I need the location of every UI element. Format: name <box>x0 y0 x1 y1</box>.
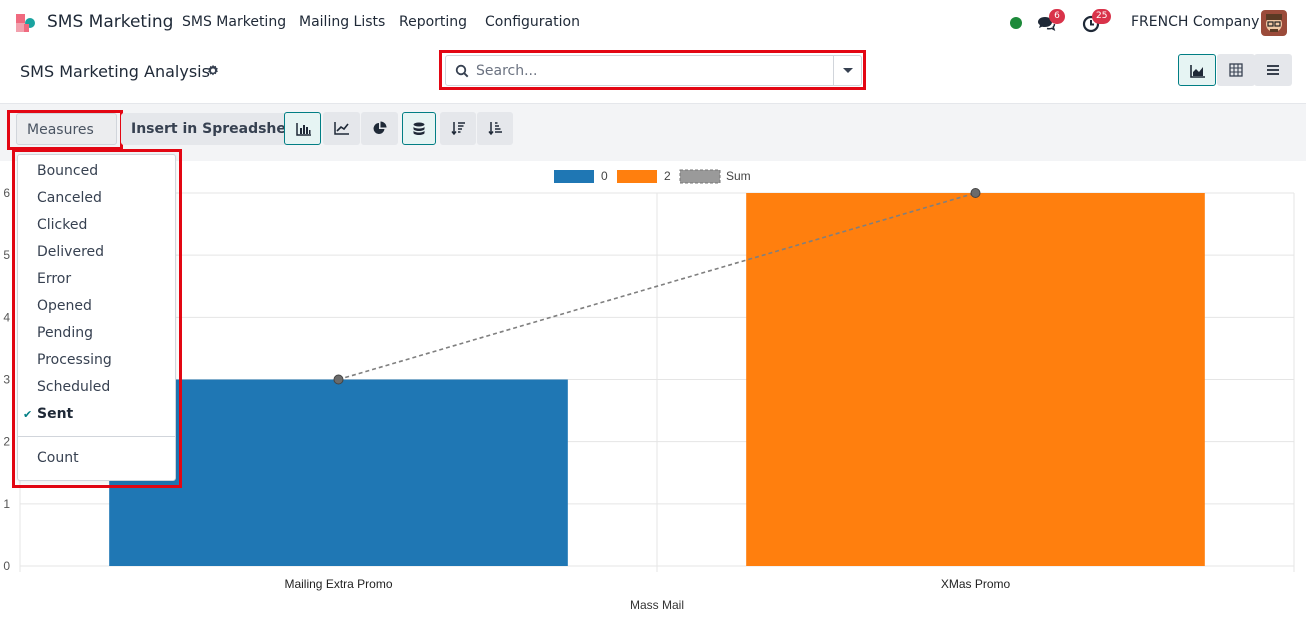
legend-label: 0 <box>601 169 608 183</box>
legend-swatch-sum <box>679 169 721 184</box>
measure-canceled[interactable]: Canceled <box>18 185 175 212</box>
top-navbar: SMS Marketing SMS Marketing Mailing List… <box>0 0 1306 46</box>
measure-label: Opened <box>37 298 92 314</box>
legend-label: Sum <box>726 169 751 183</box>
app-logo-icon[interactable] <box>14 12 38 34</box>
measure-label: Sent <box>37 406 74 422</box>
search-input[interactable] <box>476 60 826 82</box>
search-icon <box>455 64 469 78</box>
sort-ascending-button[interactable] <box>477 112 513 145</box>
legend-swatch-0 <box>554 170 594 183</box>
company-switcher[interactable]: FRENCH Company <box>1131 14 1259 30</box>
measure-opened[interactable]: Opened <box>18 293 175 320</box>
graph-toolbar: Measures Insert in Spreadsheet <box>0 104 1306 165</box>
y-tick-label: 1 <box>3 497 10 511</box>
list-view-button[interactable] <box>1254 54 1292 86</box>
bar-chart-icon <box>296 123 311 136</box>
graph-chart: 0 1 2 3 4 5 6 Mailing Extra Promo XMas Promo 0 2… <box>0 161 1306 617</box>
measure-label: Count <box>37 450 79 466</box>
measure-scheduled[interactable]: Scheduled <box>18 374 175 401</box>
measure-label: Error <box>37 271 72 287</box>
pivot-table-icon <box>1229 63 1243 77</box>
messages-badge: 6 <box>1049 9 1065 24</box>
app-name[interactable]: SMS Marketing <box>47 12 173 32</box>
user-avatar[interactable] <box>1261 10 1287 36</box>
legend-label: 2 <box>664 169 671 183</box>
line-chart-button[interactable] <box>323 112 360 145</box>
search-options-toggle[interactable] <box>833 56 861 85</box>
checkmark-icon: ✔ <box>23 408 33 421</box>
measure-label: Clicked <box>37 217 88 233</box>
measure-error[interactable]: Error <box>18 266 175 293</box>
pie-chart-button[interactable] <box>361 112 398 145</box>
stacked-toggle-button[interactable] <box>402 112 436 145</box>
measure-label: Bounced <box>37 163 99 179</box>
area-chart-icon <box>1190 65 1205 78</box>
sum-point[interactable] <box>970 188 981 198</box>
measures-dropdown: Bounced Canceled Clicked Delivered Error… <box>17 154 176 481</box>
activities-badge: 25 <box>1092 9 1112 24</box>
menu-mailing-lists[interactable]: Mailing Lists <box>299 14 385 30</box>
sort-ascending-icon <box>488 122 502 135</box>
measure-sent[interactable]: ✔ Sent <box>18 401 175 428</box>
presence-status-icon[interactable] <box>1010 17 1022 29</box>
pie-chart-icon <box>373 121 387 134</box>
bar-chart-svg: 0 1 2 3 4 5 6 Mailing Extra Promo XMas Promo 0 2… <box>3 169 1295 612</box>
y-tick-label: 4 <box>3 310 10 324</box>
x-axis-label: Mass Mail <box>630 598 684 612</box>
measure-pending[interactable]: Pending <box>18 320 175 347</box>
bar-2[interactable] <box>746 193 1205 566</box>
gear-icon[interactable] <box>206 64 220 78</box>
measure-processing[interactable]: Processing <box>18 347 175 374</box>
measure-clicked[interactable]: Clicked <box>18 212 175 239</box>
pivot-view-button[interactable] <box>1217 54 1255 86</box>
legend-swatch-2 <box>617 170 657 183</box>
line-chart-icon <box>334 122 349 135</box>
measure-label: Delivered <box>37 244 105 260</box>
measure-label: Processing <box>37 352 112 368</box>
y-tick-label: 0 <box>3 559 10 573</box>
menu-sms-marketing[interactable]: SMS Marketing <box>182 14 286 30</box>
x-tick-label: XMas Promo <box>941 577 1011 591</box>
dropdown-divider <box>18 436 175 437</box>
sum-point[interactable] <box>333 374 344 385</box>
bar-chart-button[interactable] <box>284 112 321 145</box>
control-panel: SMS Marketing Analysis <box>0 46 1306 104</box>
sort-descending-icon <box>451 122 465 135</box>
measure-label: Scheduled <box>37 379 111 395</box>
measures-label: Measures <box>27 122 94 138</box>
list-icon <box>1267 65 1279 75</box>
x-tick-label: Mailing Extra Promo <box>284 577 392 591</box>
menu-reporting[interactable]: Reporting <box>399 14 467 30</box>
measure-label: Canceled <box>37 190 102 206</box>
page-title: SMS Marketing Analysis <box>20 62 210 81</box>
sort-descending-button[interactable] <box>440 112 476 145</box>
measure-label: Pending <box>37 325 93 341</box>
y-tick-label: 3 <box>3 373 10 387</box>
graph-view-button[interactable] <box>1178 54 1216 86</box>
measures-button[interactable]: Measures <box>16 113 117 165</box>
search-bar[interactable] <box>445 55 862 86</box>
measure-delivered[interactable]: Delivered <box>18 239 175 266</box>
menu-configuration[interactable]: Configuration <box>485 14 580 30</box>
measure-bounced[interactable]: Bounced <box>18 158 175 185</box>
y-tick-label: 5 <box>3 248 10 262</box>
measure-count[interactable]: Count <box>18 445 175 472</box>
database-stack-icon <box>413 122 425 135</box>
y-tick-label: 6 <box>3 186 10 200</box>
y-tick-label: 2 <box>3 435 10 449</box>
